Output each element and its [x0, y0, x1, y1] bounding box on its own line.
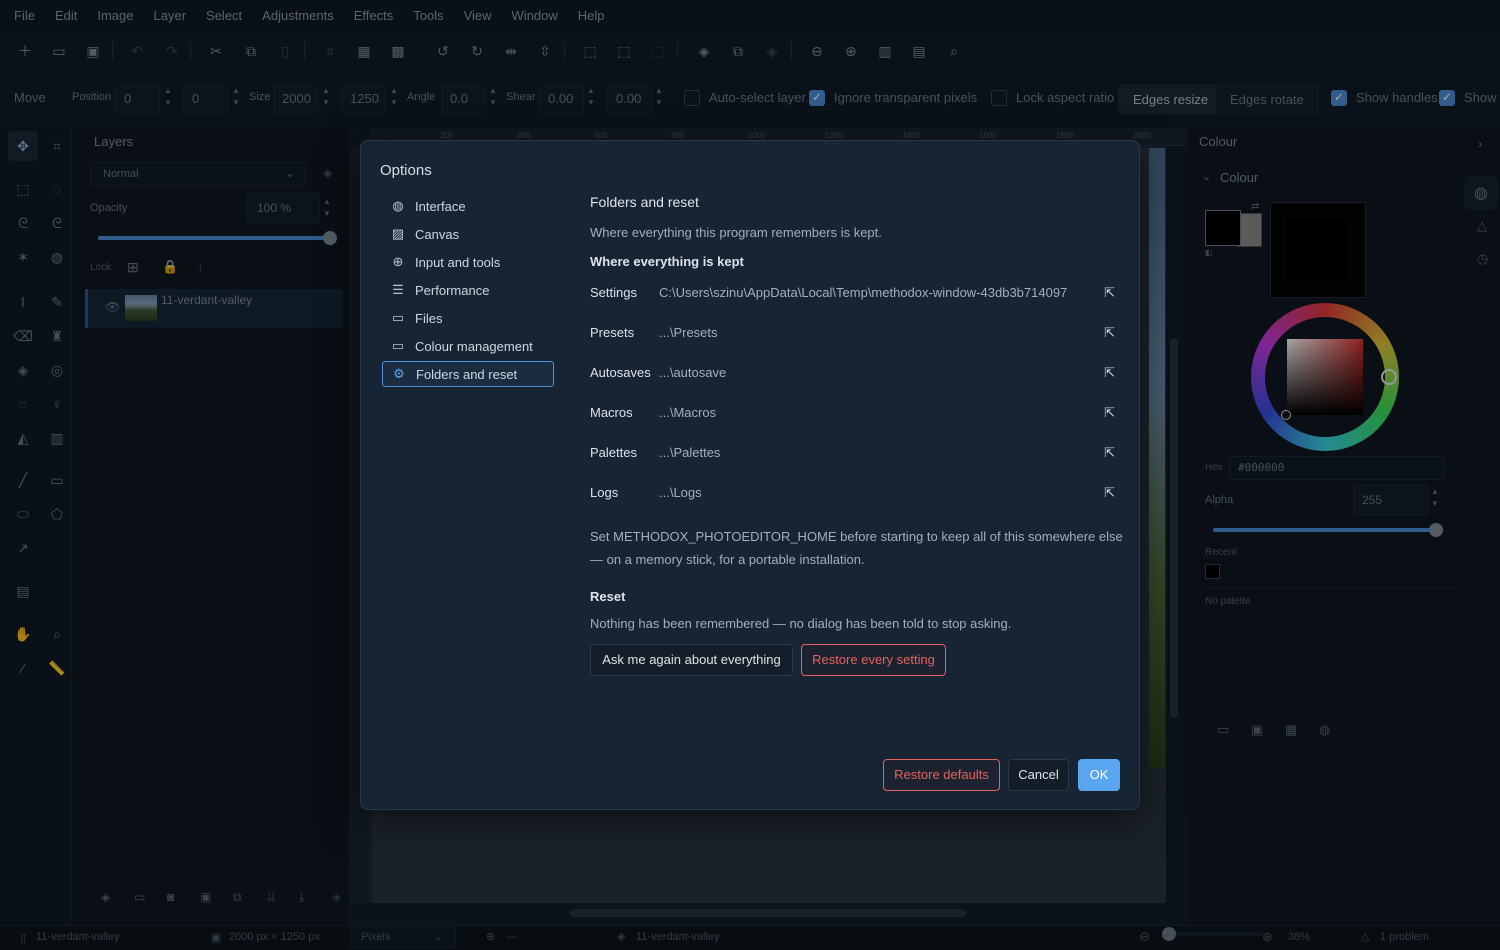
portable-note-line2: — on a memory stick, for a portable inst… — [590, 552, 865, 567]
nav-item-canvas[interactable]: ▨ Canvas — [382, 221, 554, 247]
ask-again-button[interactable]: Ask me again about everything — [590, 644, 793, 676]
open-external-icon[interactable]: ⇱ — [1104, 365, 1115, 381]
nav-item-folders-and-reset[interactable]: ⚙ Folders and reset — [382, 361, 554, 387]
nav-item-label: Colour management — [415, 338, 533, 354]
folder-path: C:\Users\szinu\AppData\Local\Temp\method… — [659, 285, 1068, 300]
folder-path: ...\Logs — [659, 485, 702, 500]
open-external-icon[interactable]: ⇱ — [1104, 285, 1115, 301]
target-icon: ⊕ — [392, 254, 404, 269]
open-external-icon[interactable]: ⇱ — [1104, 325, 1115, 341]
folder-key: Settings — [590, 285, 637, 300]
folder-row: Palettes ...\Palettes ⇱ — [590, 445, 1115, 465]
folder-path: ...\Macros — [659, 405, 717, 420]
open-external-icon[interactable]: ⇱ — [1104, 445, 1115, 461]
nav-item-label: Files — [415, 310, 443, 326]
nav-item-label: Performance — [415, 282, 490, 298]
portable-note-line1: Set METHODOX_PHOTOEDITOR_HOME before sta… — [590, 529, 1123, 544]
folder-path: ...\autosave — [659, 365, 727, 380]
nav-item-label: Canvas — [415, 226, 460, 242]
nav-item-label: Interface — [415, 198, 466, 214]
folder-icon: ▭ — [391, 310, 405, 325]
cancel-button[interactable]: Cancel — [1008, 759, 1069, 791]
nav-item-files[interactable]: ▭ Files — [382, 305, 554, 331]
section-heading: Folders and reset — [590, 194, 699, 210]
nav-item-input-and-tools[interactable]: ⊕ Input and tools — [382, 249, 554, 275]
folder-path: ...\Palettes — [659, 445, 721, 460]
palette-icon: ◍ — [392, 198, 404, 213]
reset-heading: Reset — [590, 589, 626, 604]
restore-defaults-button[interactable]: Restore defaults — [883, 759, 1000, 791]
nav-item-label: Input and tools — [415, 254, 501, 270]
folder-key: Palettes — [590, 445, 637, 460]
gear-icon: ⚙ — [393, 366, 405, 381]
nav-item-colour-management[interactable]: ▭ Colour management — [382, 333, 554, 359]
image-icon: ▨ — [391, 226, 405, 241]
folder-key: Presets — [590, 325, 635, 340]
folder-key: Autosaves — [590, 365, 651, 380]
reset-description: Nothing has been remembered — no dialog … — [590, 616, 1012, 631]
where-heading: Where everything is kept — [590, 254, 744, 269]
folder-row: Logs ...\Logs ⇱ — [590, 485, 1115, 505]
folder-row: Macros ...\Macros ⇱ — [590, 405, 1115, 425]
nav-item-label: Folders and reset — [416, 366, 518, 382]
open-external-icon[interactable]: ⇱ — [1104, 405, 1115, 421]
folder-row: Settings C:\Users\szinu\AppData\Local\Tem… — [590, 285, 1115, 305]
ok-button[interactable]: OK — [1078, 759, 1120, 791]
folder-key: Macros — [590, 405, 633, 420]
folder-key: Logs — [590, 485, 619, 500]
restore-every-setting-button[interactable]: Restore every setting — [801, 644, 946, 676]
folder-row: Presets ...\Presets ⇱ — [590, 325, 1115, 345]
folder-path: ...\Presets — [659, 325, 718, 340]
open-external-icon[interactable]: ⇱ — [1104, 485, 1115, 501]
nav-item-interface[interactable]: ◍ Interface — [382, 193, 554, 219]
monitor-icon: ▭ — [391, 338, 405, 353]
nav-item-performance[interactable]: ☰ Performance — [382, 277, 554, 303]
section-description: Where everything this program remembers … — [590, 225, 882, 240]
dialog-title: Options — [380, 162, 432, 179]
sliders-icon: ☰ — [392, 282, 404, 297]
folder-row: Autosaves ...\autosave ⇱ — [590, 365, 1115, 385]
options-dialog: Options ◍ Interface ▨ Canvas ⊕ Input and tool… — [360, 140, 1140, 810]
